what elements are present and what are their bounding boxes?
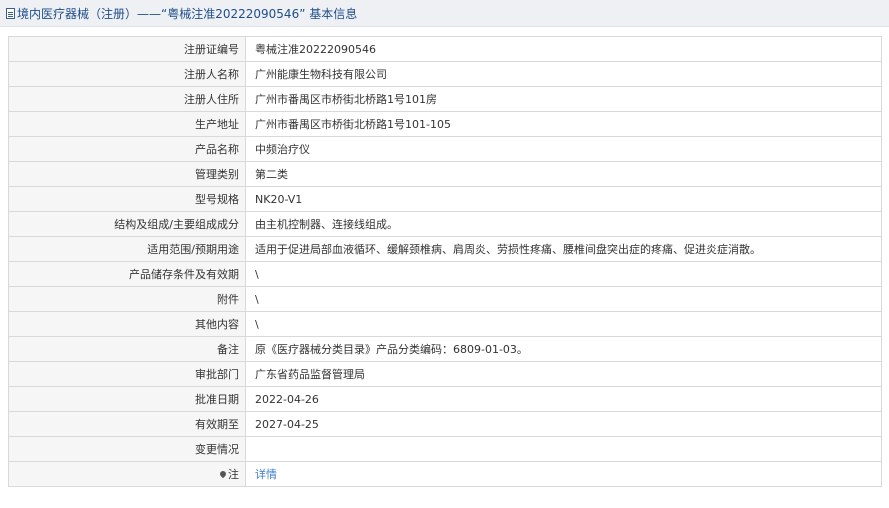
row-value-registrant-name: 广州能康生物科技有限公司	[245, 61, 882, 87]
row-label-management-class: 管理类别	[8, 161, 246, 187]
row-value-management-class: 第二类	[245, 161, 882, 187]
table-row: 产品名称 中频治疗仪	[8, 136, 882, 162]
table-row: 有效期至 2027-04-25	[8, 411, 882, 437]
row-label-changes: 变更情况	[8, 436, 246, 462]
table-row: 批准日期 2022-04-26	[8, 386, 882, 412]
row-label-remarks: 备注	[8, 336, 246, 362]
details-link[interactable]: 详情	[255, 468, 277, 481]
row-value-approval-dept: 广东省药品监督管理局	[245, 361, 882, 387]
row-value-note: 详情	[245, 461, 882, 487]
table-row: 注 详情	[8, 461, 882, 487]
row-label-registrant-name: 注册人名称	[8, 61, 246, 87]
row-label-structure: 结构及组成/主要组成成分	[8, 211, 246, 237]
table-row: 附件 \	[8, 286, 882, 312]
row-value-remarks: 原《医疗器械分类目录》产品分类编码：6809-01-03。	[245, 336, 882, 362]
row-label-valid-until: 有效期至	[8, 411, 246, 437]
info-table: 注册证编号 粤械注准20222090546 注册人名称 广州能康生物科技有限公司…	[8, 36, 882, 487]
row-value-approval-date: 2022-04-26	[245, 386, 882, 412]
row-value-valid-until: 2027-04-25	[245, 411, 882, 437]
row-value-storage: \	[245, 261, 882, 287]
table-row: 其他内容 \	[8, 311, 882, 337]
table-row: 注册人名称 广州能康生物科技有限公司	[8, 61, 882, 87]
row-label-registration-no: 注册证编号	[8, 36, 246, 62]
row-label-approval-date: 批准日期	[8, 386, 246, 412]
row-label-production-address: 生产地址	[8, 111, 246, 137]
row-value-product-name: 中频治疗仪	[245, 136, 882, 162]
row-label-intended-use: 适用范围/预期用途	[8, 236, 246, 262]
page-header: 境内医疗器械（注册）——“粤械注准20222090546” 基本信息	[0, 0, 889, 27]
row-label-model: 型号规格	[8, 186, 246, 212]
row-value-registrant-address: 广州市番禺区市桥街北桥路1号101房	[245, 86, 882, 112]
table-row: 注册人住所 广州市番禺区市桥街北桥路1号101房	[8, 86, 882, 112]
page-title: 境内医疗器械（注册）——“粤械注准20222090546” 基本信息	[17, 6, 358, 21]
note-label: 注	[228, 468, 239, 481]
row-value-production-address: 广州市番禺区市桥街北桥路1号101-105	[245, 111, 882, 137]
table-row: 管理类别 第二类	[8, 161, 882, 187]
table-row: 备注 原《医疗器械分类目录》产品分类编码：6809-01-03。	[8, 336, 882, 362]
document-icon	[6, 7, 15, 19]
row-value-structure: 由主机控制器、连接线组成。	[245, 211, 882, 237]
table-row: 生产地址 广州市番禺区市桥街北桥路1号101-105	[8, 111, 882, 137]
table-row: 适用范围/预期用途 适用于促进局部血液循环、缓解颈椎病、肩周炎、劳损性疼痛、腰椎…	[8, 236, 882, 262]
table-row: 变更情况	[8, 436, 882, 462]
row-label-note: 注	[8, 461, 246, 487]
row-value-intended-use: 适用于促进局部血液循环、缓解颈椎病、肩周炎、劳损性疼痛、腰椎间盘突出症的疼痛、促…	[245, 236, 882, 262]
row-value-model: NK20-V1	[245, 186, 882, 212]
row-label-registrant-address: 注册人住所	[8, 86, 246, 112]
table-row: 产品储存条件及有效期 \	[8, 261, 882, 287]
row-value-other: \	[245, 311, 882, 337]
table-row: 结构及组成/主要组成成分 由主机控制器、连接线组成。	[8, 211, 882, 237]
row-value-registration-no: 粤械注准20222090546	[245, 36, 882, 62]
row-value-changes	[245, 436, 882, 462]
row-value-attachments: \	[245, 286, 882, 312]
row-label-product-name: 产品名称	[8, 136, 246, 162]
row-label-storage: 产品储存条件及有效期	[8, 261, 246, 287]
row-label-other: 其他内容	[8, 311, 246, 337]
row-label-attachments: 附件	[8, 286, 246, 312]
table-row: 型号规格 NK20-V1	[8, 186, 882, 212]
table-row: 注册证编号 粤械注准20222090546	[8, 36, 882, 62]
pin-icon	[218, 469, 228, 479]
row-label-approval-dept: 审批部门	[8, 361, 246, 387]
table-row: 审批部门 广东省药品监督管理局	[8, 361, 882, 387]
